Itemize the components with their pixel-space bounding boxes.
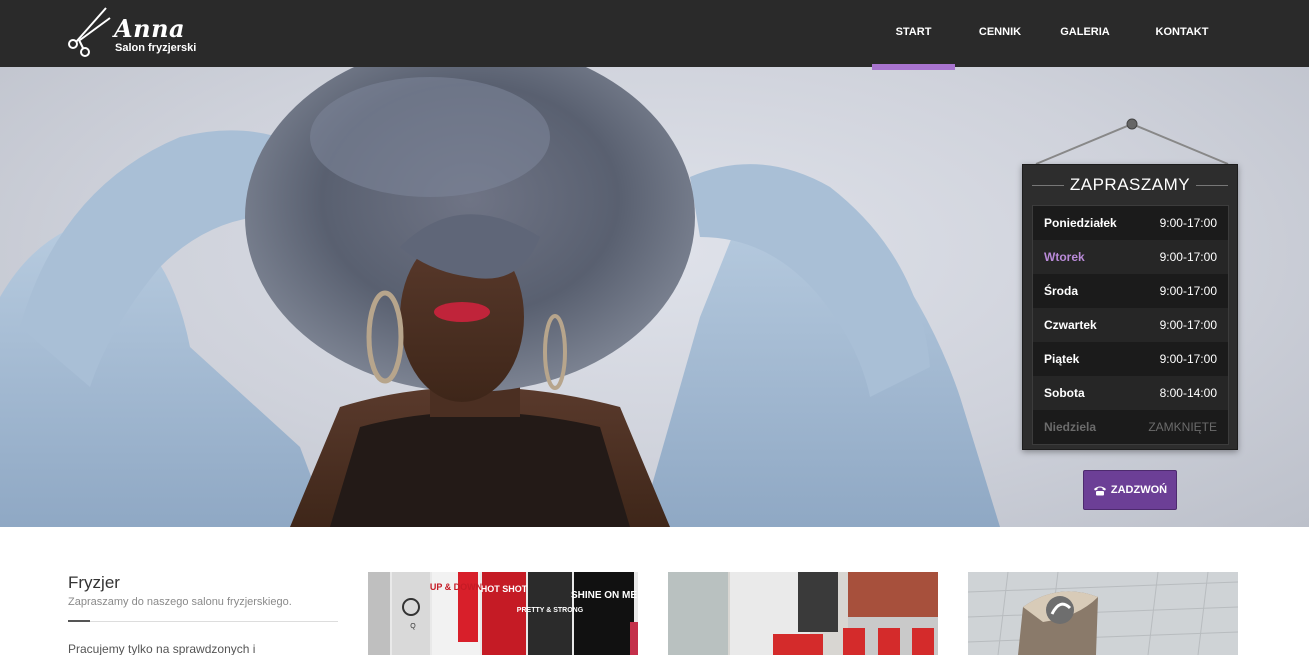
products-thumbnail[interactable]: Q UP & DOWN HOT SHOT PRETTY & STRONG SHI…	[368, 572, 638, 655]
intro-text: Pracujemy tylko na sprawdzonych i	[68, 642, 256, 655]
main-nav: START CENNIK GALERIA KONTAKT	[872, 0, 1239, 70]
intro-divider	[68, 620, 338, 622]
page: Anna Salon fryzjerski START CENNIK GALER…	[0, 0, 1309, 655]
nav-start[interactable]: START	[872, 0, 955, 70]
time-label: 9:00-17:00	[1159, 250, 1217, 264]
hours-row: Czwartek 9:00-17:00	[1033, 308, 1228, 342]
can-label: SHINE ON ME	[571, 590, 637, 601]
phone-icon	[1093, 486, 1106, 495]
day-label: Czwartek	[1044, 318, 1097, 332]
hours-row: Wtorek 9:00-17:00	[1033, 240, 1228, 274]
call-button-label: ZADZWOŃ	[1110, 484, 1168, 496]
brand-name: Anna	[114, 14, 186, 43]
day-label: Sobota	[1044, 386, 1085, 400]
opening-hours-board: ZAPRASZAMY Poniedziałek 9:00-17:00 Wtorek…	[1022, 164, 1238, 450]
salon-interior-image	[668, 572, 938, 655]
day-label: Wtorek	[1044, 250, 1085, 264]
time-label: 9:00-17:00	[1159, 216, 1217, 230]
nav-galeria[interactable]: GALERIA	[1045, 0, 1125, 67]
intro-heading: Fryzjer	[68, 573, 120, 592]
nav-cennik[interactable]: CENNIK	[955, 0, 1045, 67]
can-label: PRETTY & STRONG	[517, 607, 584, 614]
brand-tagline: Salon fryzjerski	[115, 42, 197, 54]
logo-dice-thumbnail[interactable]	[968, 572, 1238, 655]
day-label: Piątek	[1044, 352, 1080, 366]
day-label: Środa	[1044, 284, 1079, 298]
salon-interior-thumbnail[interactable]	[668, 572, 938, 655]
scissors-icon	[68, 7, 111, 57]
hours-row: Piątek 9:00-17:00	[1033, 342, 1228, 376]
day-label: Niedziela	[1044, 420, 1097, 434]
intro-subheading: Zapraszamy do naszego salonu fryzjerskie…	[68, 596, 292, 608]
hours-row: Sobota 8:00-14:00	[1033, 376, 1228, 410]
can-label: UP & DOWN	[430, 582, 482, 592]
time-label: 9:00-17:00	[1159, 284, 1217, 298]
site-header: Anna Salon fryzjerski START CENNIK GALER…	[0, 0, 1309, 70]
title-rule-left	[1031, 185, 1064, 187]
day-label: Poniedziałek	[1044, 216, 1117, 230]
logo-dice-image	[968, 572, 1238, 655]
hours-row: Poniedziałek 9:00-17:00	[1033, 206, 1228, 240]
title-rule-right	[1196, 185, 1229, 187]
board-hanger	[1035, 118, 1229, 165]
time-label: 9:00-17:00	[1159, 318, 1217, 332]
time-label: 8:00-14:00	[1159, 386, 1217, 400]
time-label: 9:00-17:00	[1159, 352, 1217, 366]
intro-section: Fryzjer Zapraszamy do naszego salonu fry…	[68, 573, 338, 655]
can-label: Q	[410, 623, 416, 630]
time-label: ZAMKNIĘTE	[1148, 420, 1217, 434]
call-button[interactable]: ZADZWOŃ	[1083, 470, 1177, 510]
hours-table: Poniedziałek 9:00-17:00 Wtorek 9:00-17:00 …	[1032, 205, 1229, 445]
board-title: ZAPRASZAMY	[1023, 175, 1237, 195]
can-label: HOT SHOT	[481, 584, 528, 594]
board-title-text: ZAPRASZAMY	[1069, 175, 1191, 194]
products-image: Q UP & DOWN HOT SHOT PRETTY & STRONG SHI…	[368, 572, 638, 655]
hours-row: Niedziela ZAMKNIĘTE	[1033, 410, 1228, 444]
hours-row: Środa 9:00-17:00	[1033, 274, 1228, 308]
nav-kontakt[interactable]: KONTAKT	[1125, 0, 1239, 67]
logo[interactable]: Anna Salon fryzjerski	[66, 6, 226, 60]
